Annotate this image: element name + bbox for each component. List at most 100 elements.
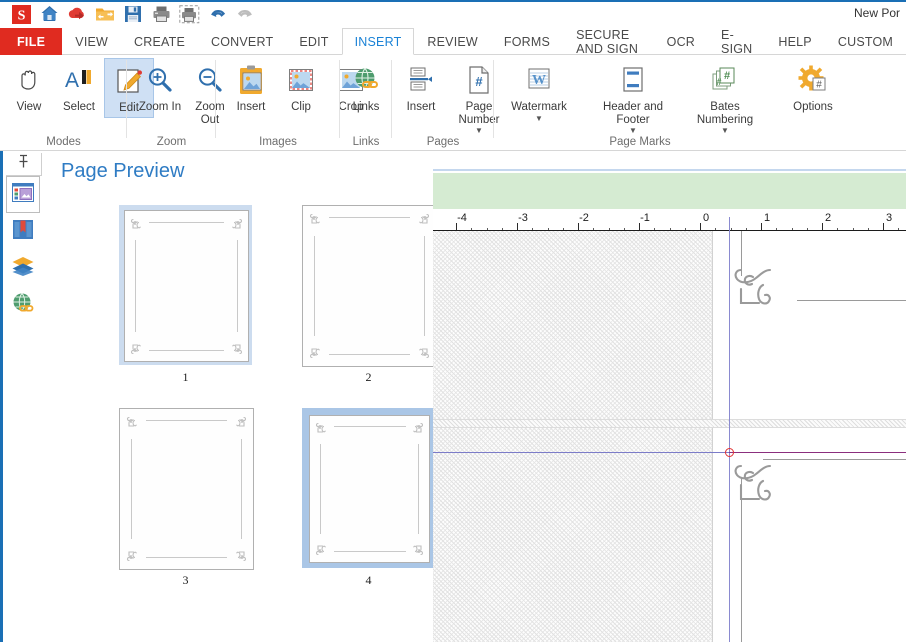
ribbon-group-links: Links Links xyxy=(340,55,392,150)
select-button-label: Select xyxy=(63,101,95,113)
ruler-minor-tick xyxy=(562,228,564,230)
zoom-in-button-label: Zoom In xyxy=(138,101,182,113)
ruler-tick-label: 2 xyxy=(824,212,832,224)
bates-numbering-button-label: Bates Numbering xyxy=(696,101,754,126)
menu-tab-edit[interactable]: EDIT xyxy=(286,28,341,55)
ruler-minor-tick xyxy=(745,228,747,230)
flourish-icon xyxy=(126,547,142,563)
ribbon-group-links-label: Links xyxy=(352,136,380,148)
bates-numbering-button[interactable]: # # Bates Numbering ▼ xyxy=(686,58,764,136)
sidebar-item-bookmarks[interactable] xyxy=(6,213,40,250)
vertical-guide-line xyxy=(729,231,730,642)
ruler-minor-tick xyxy=(501,228,503,230)
sidebar-item-layers[interactable] xyxy=(6,250,40,287)
ribbon-group-modes: View A Select Edit Modes xyxy=(0,55,154,150)
anchor-point-marker[interactable] xyxy=(725,448,734,457)
chevron-down-icon[interactable]: ▼ xyxy=(535,114,543,122)
ruler-minor-tick xyxy=(486,228,488,230)
links-button[interactable]: Links xyxy=(341,58,391,116)
chevron-down-icon[interactable]: ▼ xyxy=(475,127,483,135)
menu-tab-convert[interactable]: CONVERT xyxy=(198,28,286,55)
menu-tab-review[interactable]: REVIEW xyxy=(414,28,491,55)
redo-icon[interactable] xyxy=(232,3,258,25)
pin-icon xyxy=(17,154,30,174)
flourish-icon xyxy=(231,547,247,563)
app-logo-icon: S xyxy=(8,3,34,25)
menu-tab-insert[interactable]: INSERT xyxy=(341,28,415,55)
ruler-minor-tick xyxy=(791,228,793,230)
header-band xyxy=(433,173,906,209)
undo-icon[interactable] xyxy=(204,3,230,25)
menu-tab-e-sign[interactable]: E-SIGN xyxy=(708,28,765,56)
document-canvas[interactable] xyxy=(433,231,906,642)
thumbnail-frame xyxy=(302,408,433,568)
menu-tab-ocr[interactable]: OCR xyxy=(654,28,708,55)
ruler-tick-label: -2 xyxy=(579,212,589,224)
save-icon[interactable] xyxy=(120,3,146,25)
select-button[interactable]: A Select xyxy=(54,58,104,116)
top-strip-divider xyxy=(433,169,906,171)
document-top-strip xyxy=(433,151,906,171)
home-icon[interactable] xyxy=(36,3,62,25)
page-preview-title: Page Preview xyxy=(61,160,185,182)
thumbnail-decorative-frame xyxy=(315,423,424,555)
print-preview-icon[interactable] xyxy=(176,3,202,25)
ruler-major-tick xyxy=(639,223,640,230)
ruler-minor-tick xyxy=(867,228,869,230)
thumbnail-frame xyxy=(119,408,254,570)
chevron-down-icon[interactable]: ▼ xyxy=(629,127,637,135)
page-thumbnail[interactable]: 3 xyxy=(119,408,254,588)
horizontal-ruler[interactable]: -4 -3 -2 -1 0 1 2 3 xyxy=(433,209,906,231)
page-thumbnail[interactable]: 1 xyxy=(119,205,252,385)
ruler-minor-tick xyxy=(898,228,900,230)
ribbon-group-images-label: Images xyxy=(259,136,297,148)
sidebar-item-thumbnails[interactable] xyxy=(6,176,40,213)
options-button-label: Options xyxy=(793,101,833,113)
menu-tab-forms[interactable]: FORMS xyxy=(491,28,563,55)
page-thumbnail[interactable]: 4 xyxy=(302,408,433,588)
ribbon-group-modes-label: Modes xyxy=(46,136,81,148)
insert-pages-button-label: Insert xyxy=(406,101,436,113)
thumbnail-page-number: 1 xyxy=(182,370,189,384)
insert-pages-icon xyxy=(406,62,436,98)
menu-tab-file[interactable]: FILE xyxy=(0,28,63,55)
flourish-icon xyxy=(227,340,243,356)
chevron-down-icon[interactable]: ▼ xyxy=(721,127,729,135)
pin-panel-button[interactable] xyxy=(6,153,42,176)
page-frame-top-line xyxy=(797,300,906,301)
menu-tab-view[interactable]: VIEW xyxy=(62,28,121,55)
watermark-button[interactable]: W Watermark ▼ xyxy=(500,58,578,124)
globe-link-icon xyxy=(11,292,35,320)
open-cloud-icon[interactable] xyxy=(64,3,90,25)
ruler-minor-tick xyxy=(715,228,717,230)
zoom-in-button[interactable]: Zoom In xyxy=(135,58,185,116)
ruler-major-tick xyxy=(578,223,579,230)
menu-tab-custom[interactable]: CUSTOM xyxy=(825,28,906,55)
menu-tab-secure-and-sign[interactable]: SECURE AND SIGN xyxy=(563,28,654,56)
page-thumbnail[interactable]: 2 xyxy=(302,205,433,385)
ruler-minor-tick xyxy=(471,228,473,230)
options-button[interactable]: # Options xyxy=(774,58,852,116)
flourish-icon xyxy=(414,212,430,228)
page-frame-top-line-lower xyxy=(763,459,906,460)
open-folder-icon[interactable] xyxy=(92,3,118,25)
thumbnail-page-number: 4 xyxy=(365,573,372,587)
ribbon-group-images: Insert Clip Crop Images xyxy=(216,55,363,150)
header-footer-button[interactable]: Header and Footer ▼ xyxy=(594,58,672,136)
ruler-tick-label: 3 xyxy=(885,212,893,224)
ruler-minor-tick xyxy=(608,228,610,230)
ruler-minor-tick xyxy=(593,228,595,230)
insert-image-button[interactable]: Insert xyxy=(226,58,276,116)
sidebar-item-links[interactable] xyxy=(6,287,40,324)
menu-tab-create[interactable]: CREATE xyxy=(121,28,198,55)
view-button[interactable]: View xyxy=(4,58,54,116)
flourish-icon xyxy=(315,421,331,437)
svg-text:#: # xyxy=(475,74,483,89)
insert-pages-button[interactable]: Insert xyxy=(396,58,446,116)
menu-tab-help[interactable]: HELP xyxy=(765,28,824,55)
ribbon-group-pages: Insert # Page Number ▼ Pages xyxy=(392,55,499,150)
print-icon[interactable] xyxy=(148,3,174,25)
quick-access-toolbar: S New Por xyxy=(0,0,906,28)
document-view: -4 -3 -2 -1 0 1 2 3 xyxy=(433,151,906,642)
clip-image-button[interactable]: Clip xyxy=(276,58,326,116)
